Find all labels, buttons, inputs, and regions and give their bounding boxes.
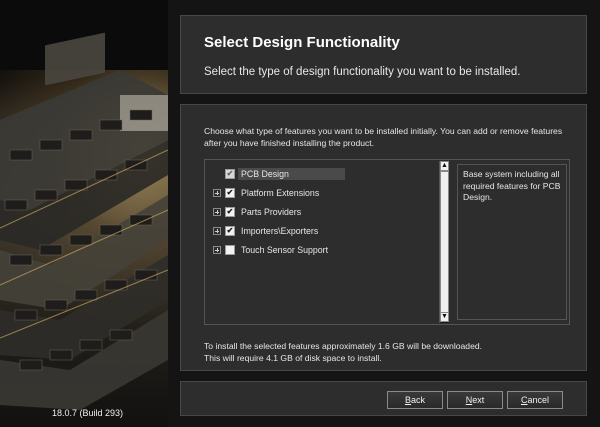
cancel-button[interactable]: Cancel <box>507 391 563 409</box>
version-label: 18.0.7 (Build 293) <box>52 408 124 418</box>
scroll-down-icon[interactable]: ▼ <box>440 312 449 322</box>
feature-tree[interactable]: ✔ PCB Design ✔ Platform Extensions ✔ Par… <box>205 160 449 324</box>
feature-item-importers-exporters[interactable]: ✔ Importers\Exporters <box>213 222 318 240</box>
feature-item-parts-providers[interactable]: ✔ Parts Providers <box>213 203 301 221</box>
main-panel: Choose what type of features you want to… <box>180 104 587 371</box>
disk-space-text: This will require 4.1 GB of disk space t… <box>204 352 382 363</box>
next-button[interactable]: Next <box>447 391 503 409</box>
checkbox-importers-exporters[interactable]: ✔ <box>225 226 235 236</box>
feature-label: Platform Extensions <box>241 188 320 198</box>
scrollbar-thumb[interactable] <box>440 171 449 313</box>
feature-label: Touch Sensor Support <box>241 245 329 255</box>
feature-item-pcb-design[interactable]: ✔ PCB Design <box>225 165 345 183</box>
expand-icon[interactable] <box>213 189 221 197</box>
header-panel: Select Design Functionality Select the t… <box>180 15 587 94</box>
expand-icon[interactable] <box>213 246 221 254</box>
download-info: To install the selected features approxi… <box>204 341 564 364</box>
page-title: Select Design Functionality <box>204 34 400 51</box>
scroll-up-icon[interactable]: ▲ <box>440 161 449 171</box>
circuit-board-image <box>0 32 168 410</box>
feature-description: Base system including all required featu… <box>457 164 567 320</box>
intro-text: Choose what type of features you want to… <box>204 126 563 148</box>
side-image-panel: 18.0.7 (Build 293) <box>0 0 168 427</box>
feature-tree-scrollbar[interactable]: ▲ ▼ <box>439 161 449 323</box>
checkbox-touch-sensor-support[interactable] <box>225 245 235 255</box>
feature-label: Importers\Exporters <box>241 226 319 236</box>
feature-label: PCB Design <box>238 168 345 180</box>
feature-item-platform-extensions[interactable]: ✔ Platform Extensions <box>213 184 319 202</box>
download-size-text: To install the selected features approxi… <box>204 341 483 351</box>
footer-panel: Back Next Cancel <box>180 381 587 416</box>
feature-selection-box: ✔ PCB Design ✔ Platform Extensions ✔ Par… <box>204 159 570 325</box>
back-button[interactable]: Back <box>387 391 443 409</box>
expand-icon[interactable] <box>213 208 221 216</box>
checkbox-parts-providers[interactable]: ✔ <box>225 207 235 217</box>
page-subtitle: Select the type of design functionality … <box>204 66 521 78</box>
feature-item-touch-sensor-support[interactable]: Touch Sensor Support <box>213 241 328 259</box>
checkbox-platform-extensions[interactable]: ✔ <box>225 188 235 198</box>
feature-label: Parts Providers <box>241 207 302 217</box>
expand-icon[interactable] <box>213 227 221 235</box>
checkbox-pcb-design[interactable]: ✔ <box>225 169 235 179</box>
